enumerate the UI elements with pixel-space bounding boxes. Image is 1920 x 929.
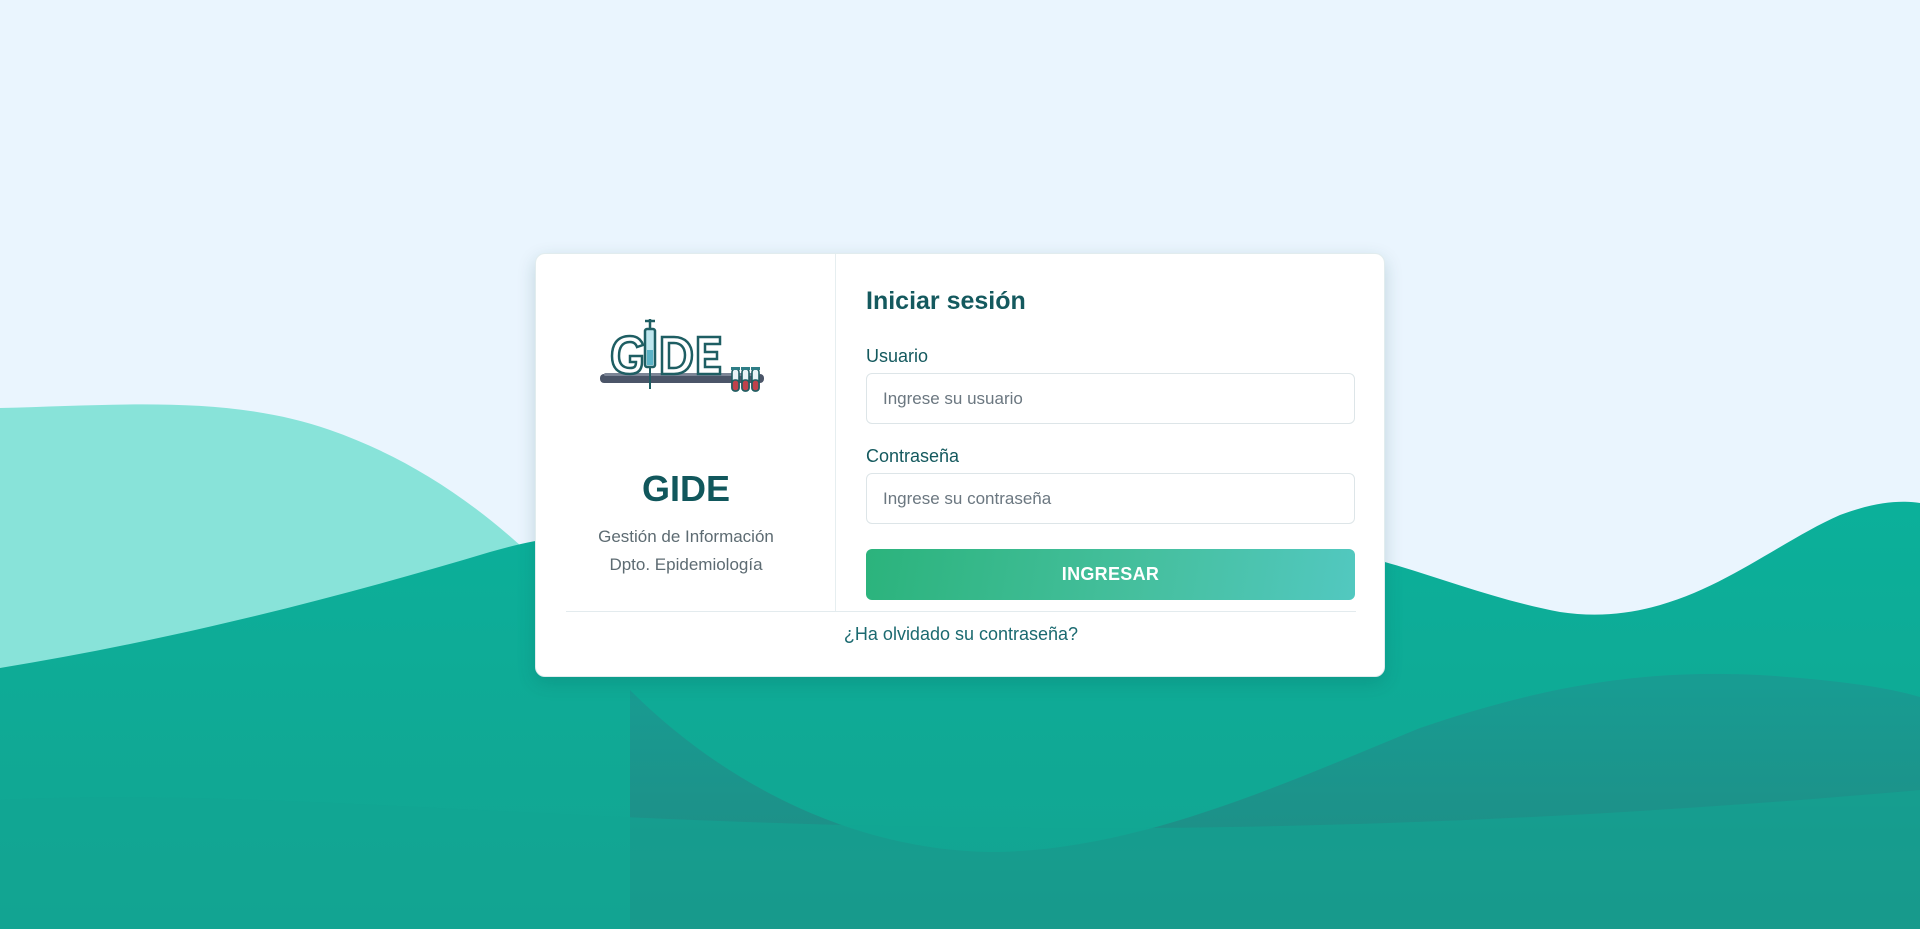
app-name: GIDE	[641, 468, 730, 509]
form-title: Iniciar sesión	[866, 287, 1026, 315]
login-submit-button[interactable]: INGRESAR	[866, 549, 1355, 600]
syringe-test-tubes-logo-icon	[600, 319, 764, 392]
gide-logo	[596, 314, 776, 414]
username-input[interactable]	[866, 373, 1355, 424]
brand-panel: GIDE Gestión de Información Dpto. Epidem…	[536, 254, 836, 611]
password-label: Contraseña	[866, 446, 960, 466]
app-subtitle-line1: Gestión de Información	[598, 527, 774, 546]
card-divider	[566, 611, 1356, 612]
password-input[interactable]	[866, 473, 1355, 524]
forgot-password-link[interactable]: ¿Ha olvidado su contraseña?	[536, 624, 1386, 645]
login-card: GIDE Gestión de Información Dpto. Epidem…	[535, 253, 1385, 677]
login-form: Iniciar sesión Usuario Contraseña INGRES…	[866, 254, 1356, 611]
app-subtitle-line2: Dpto. Epidemiología	[609, 555, 763, 574]
username-label: Usuario	[866, 346, 929, 366]
